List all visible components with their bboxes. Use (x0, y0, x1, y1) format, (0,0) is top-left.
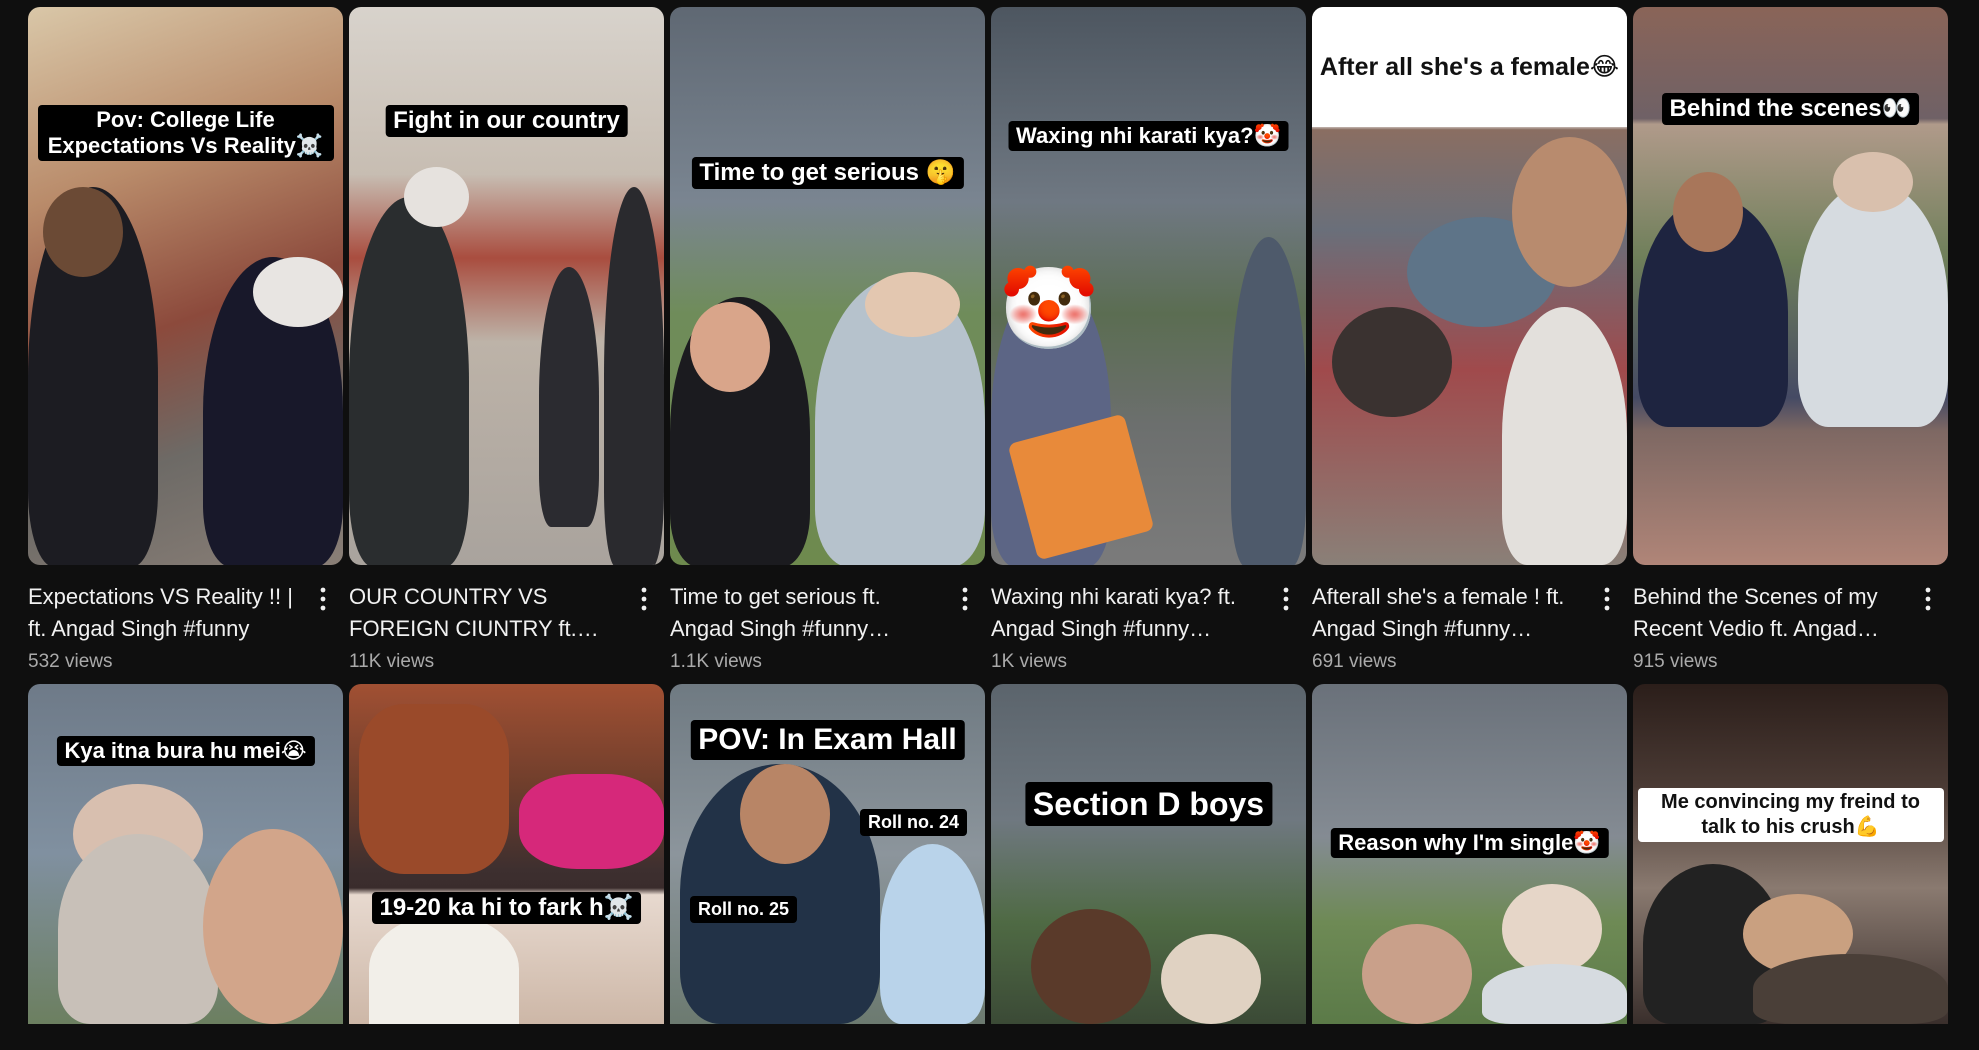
video-card[interactable]: 🤡 Waxing nhi karati kya?🤡 Waxing nhi kar… (991, 7, 1306, 684)
video-card[interactable]: Fight in our country OUR COUNTRY VS FORE… (349, 7, 664, 684)
video-card[interactable]: Reason why I'm single🤡 (1312, 684, 1627, 1024)
roll-number-tag: Roll no. 24 (860, 809, 968, 836)
video-thumbnail[interactable]: Kya itna bura hu mei😭 (28, 684, 343, 1024)
video-thumbnail[interactable]: 🤡 Waxing nhi karati kya?🤡 (991, 7, 1306, 565)
thumbnail-caption: Behind the scenes👀 (1661, 93, 1920, 125)
view-count: 1.1K views (670, 651, 762, 672)
roll-number-tag: Roll no. 25 (690, 896, 798, 923)
view-count: 1K views (991, 651, 1068, 672)
video-thumbnail[interactable]: Pov: College Life Expectations Vs Realit… (28, 7, 343, 565)
video-meta: Afterall she's a female ! ft. Angad Sing… (1312, 565, 1627, 684)
video-meta: OUR COUNTRY VS FOREIGN CIUNTRY ft. Angad… (349, 565, 664, 684)
thumbnail-caption: Me convincing my freind to talk to his c… (1637, 788, 1944, 842)
thumbnail-caption: Pov: College Life Expectations Vs Realit… (37, 105, 334, 161)
more-vert-icon[interactable] (1274, 583, 1298, 615)
video-thumbnail[interactable]: Section D boys (991, 684, 1306, 1024)
view-count: 532 views (28, 651, 113, 672)
shorts-grid: Pov: College Life Expectations Vs Realit… (28, 7, 1949, 1024)
more-vert-icon[interactable] (953, 583, 977, 615)
thumbnail-caption: Reason why I'm single🤡 (1330, 828, 1609, 858)
video-card[interactable]: POV: In Exam Hall Roll no. 24 Roll no. 2… (670, 684, 985, 1024)
video-title[interactable]: Afterall she's a female ! ft. Angad Sing… (1312, 581, 1587, 645)
video-thumbnail[interactable]: POV: In Exam Hall Roll no. 24 Roll no. 2… (670, 684, 985, 1024)
more-vert-icon[interactable] (311, 583, 335, 615)
clown-emoji-icon: 🤡 (999, 264, 1099, 353)
video-title[interactable]: Time to get serious ft. Angad Singh #fun… (670, 581, 945, 645)
thumbnail-caption: POV: In Exam Hall (690, 720, 965, 760)
thumbnail-caption: Kya itna bura hu mei😭 (56, 736, 315, 766)
more-vert-icon[interactable] (632, 583, 656, 615)
video-meta: Waxing nhi karati kya? ft. Angad Singh #… (991, 565, 1306, 684)
video-thumbnail[interactable]: Reason why I'm single🤡 (1312, 684, 1627, 1024)
video-card[interactable]: Me convincing my freind to talk to his c… (1633, 684, 1948, 1024)
video-title[interactable]: OUR COUNTRY VS FOREIGN CIUNTRY ft. Angad… (349, 581, 624, 645)
video-card[interactable]: Pov: College Life Expectations Vs Realit… (28, 7, 343, 684)
video-card[interactable]: Section D boys (991, 684, 1306, 1024)
thumbnail-caption: Waxing nhi karati kya?🤡 (1008, 121, 1289, 151)
thumbnail-caption: After all she's a female😂 (1312, 7, 1627, 127)
view-count: 691 views (1312, 651, 1397, 672)
thumbnail-caption: 19-20 ka hi to fark h☠️ (371, 892, 642, 924)
video-card[interactable]: Behind the scenes👀 Behind the Scenes of … (1633, 7, 1948, 684)
video-thumbnail[interactable]: Behind the scenes👀 (1633, 7, 1948, 565)
video-title[interactable]: Waxing nhi karati kya? ft. Angad Singh #… (991, 581, 1266, 645)
video-card[interactable]: After all she's a female😂 Afterall she's… (1312, 7, 1627, 684)
more-vert-icon[interactable] (1916, 583, 1940, 615)
video-card[interactable]: Kya itna bura hu mei😭 (28, 684, 343, 1024)
video-card[interactable]: Time to get serious 🤫 Time to get seriou… (670, 7, 985, 684)
video-thumbnail[interactable]: After all she's a female😂 (1312, 7, 1627, 565)
thumbnail-caption: Fight in our country (385, 105, 628, 137)
video-thumbnail[interactable]: Time to get serious 🤫 (670, 7, 985, 565)
view-count: 11K views (349, 651, 435, 672)
video-card[interactable]: 19-20 ka hi to fark h☠️ (349, 684, 664, 1024)
thumbnail-caption: Section D boys (1024, 782, 1273, 826)
video-meta: Expectations VS Reality !! | ft. Angad S… (28, 565, 343, 684)
view-count: 915 views (1633, 651, 1718, 672)
more-vert-icon[interactable] (1595, 583, 1619, 615)
video-meta: Behind the Scenes of my Recent Vedio ft.… (1633, 565, 1948, 684)
video-title[interactable]: Behind the Scenes of my Recent Vedio ft.… (1633, 581, 1908, 645)
video-thumbnail[interactable]: Fight in our country (349, 7, 664, 565)
video-meta: Time to get serious ft. Angad Singh #fun… (670, 565, 985, 684)
video-thumbnail[interactable]: 19-20 ka hi to fark h☠️ (349, 684, 664, 1024)
video-thumbnail[interactable]: Me convincing my freind to talk to his c… (1633, 684, 1948, 1024)
thumbnail-caption: Time to get serious 🤫 (691, 157, 964, 189)
video-title[interactable]: Expectations VS Reality !! | ft. Angad S… (28, 581, 303, 645)
